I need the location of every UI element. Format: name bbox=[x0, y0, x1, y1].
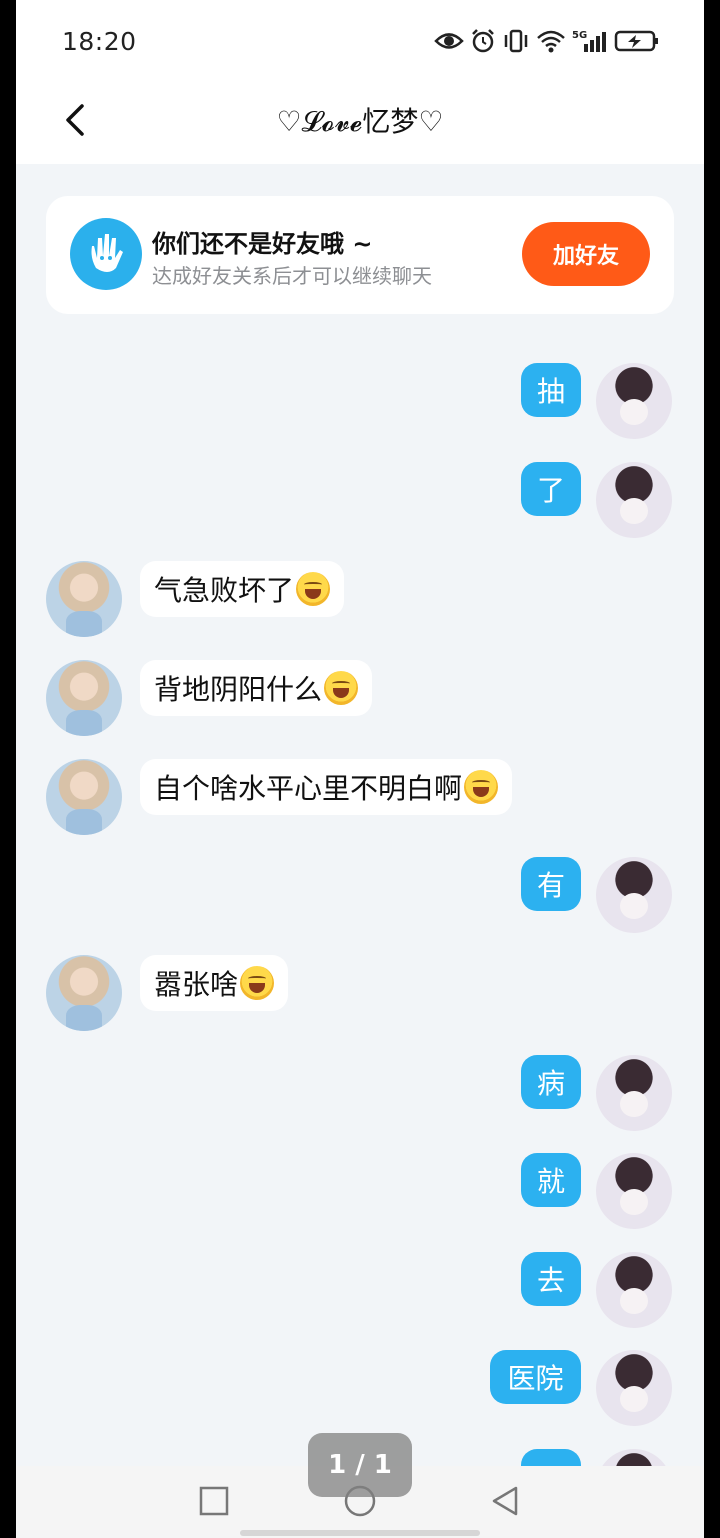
my-avatar[interactable] bbox=[596, 1350, 672, 1426]
contact-avatar[interactable] bbox=[46, 955, 122, 1031]
my-avatar[interactable] bbox=[596, 1252, 672, 1328]
contact-message-bubble[interactable]: 自个啥水平心里不明白啊 bbox=[140, 759, 513, 815]
page-indicator: 1 / 1 bbox=[308, 1433, 412, 1497]
contact-message-bubble[interactable]: 嚣张啥 bbox=[140, 955, 289, 1011]
eye-icon bbox=[434, 33, 464, 49]
chat-title: ♡𝓛𝓸𝓿𝓮忆梦♡ bbox=[276, 105, 444, 138]
back-nav-icon[interactable] bbox=[490, 1486, 520, 1516]
contact-avatar[interactable] bbox=[46, 759, 122, 835]
vibrate-icon bbox=[504, 29, 528, 53]
my-avatar[interactable] bbox=[596, 462, 672, 538]
my-message-bubble[interactable]: 有 bbox=[521, 857, 581, 911]
my-message-bubble[interactable]: 了 bbox=[521, 462, 581, 516]
my-avatar[interactable] bbox=[596, 1153, 672, 1229]
joy-emoji-icon bbox=[296, 572, 331, 606]
wave-hand-icon bbox=[70, 218, 142, 290]
status-bar: 18:20 5G bbox=[16, 0, 704, 86]
message-text: 自个啥水平心里不明白啊 bbox=[154, 772, 463, 805]
my-message-bubble[interactable]: 病 bbox=[521, 1055, 581, 1109]
my-message-bubble[interactable]: 医院 bbox=[490, 1350, 581, 1404]
signal-5g-icon: 5G bbox=[572, 30, 606, 52]
friend-notice-subtitle: 达成好友关系后才可以继续聊天 bbox=[152, 264, 432, 288]
add-friend-button[interactable]: 加好友 bbox=[522, 222, 650, 286]
friend-notice-title: 你们还不是好友哦 ~ bbox=[152, 230, 373, 258]
message-text: 嚣张啥 bbox=[154, 968, 239, 1001]
status-icons: 5G bbox=[434, 28, 660, 54]
recent-apps-icon[interactable] bbox=[199, 1486, 229, 1516]
contact-avatar[interactable] bbox=[46, 660, 122, 736]
contact-avatar[interactable] bbox=[46, 561, 122, 637]
chat-screen: 18:20 5G ♡𝓛𝓸𝓿𝓮忆梦♡ 你们还不是好友哦 ~ 达成好友关系后才可以继… bbox=[16, 0, 704, 1538]
contact-message-bubble[interactable]: 背地阴阳什么 bbox=[140, 660, 373, 716]
joy-emoji-icon bbox=[324, 671, 359, 705]
friend-notice-card: 你们还不是好友哦 ~ 达成好友关系后才可以继续聊天 加好友 bbox=[46, 196, 674, 314]
status-time: 18:20 bbox=[62, 27, 137, 56]
message-text: 背地阴阳什么 bbox=[154, 673, 323, 706]
joy-emoji-icon bbox=[464, 770, 499, 804]
chat-header: ♡𝓛𝓸𝓿𝓮忆梦♡ bbox=[16, 86, 704, 164]
my-avatar[interactable] bbox=[596, 1055, 672, 1131]
wifi-icon bbox=[537, 30, 565, 53]
svg-text:5G: 5G bbox=[572, 30, 587, 41]
my-avatar[interactable] bbox=[596, 857, 672, 933]
my-message-bubble[interactable]: 抽 bbox=[521, 363, 581, 417]
my-avatar[interactable] bbox=[596, 363, 672, 439]
home-indicator[interactable] bbox=[240, 1530, 480, 1536]
alarm-icon bbox=[472, 29, 494, 53]
my-message-bubble[interactable]: 去 bbox=[521, 1252, 581, 1306]
battery-icon bbox=[614, 30, 658, 52]
contact-message-bubble[interactable]: 气急败坏了 bbox=[140, 561, 345, 617]
joy-emoji-icon bbox=[240, 966, 275, 1000]
my-message-bubble[interactable]: 就 bbox=[521, 1153, 581, 1207]
message-text: 气急败坏了 bbox=[154, 574, 295, 607]
